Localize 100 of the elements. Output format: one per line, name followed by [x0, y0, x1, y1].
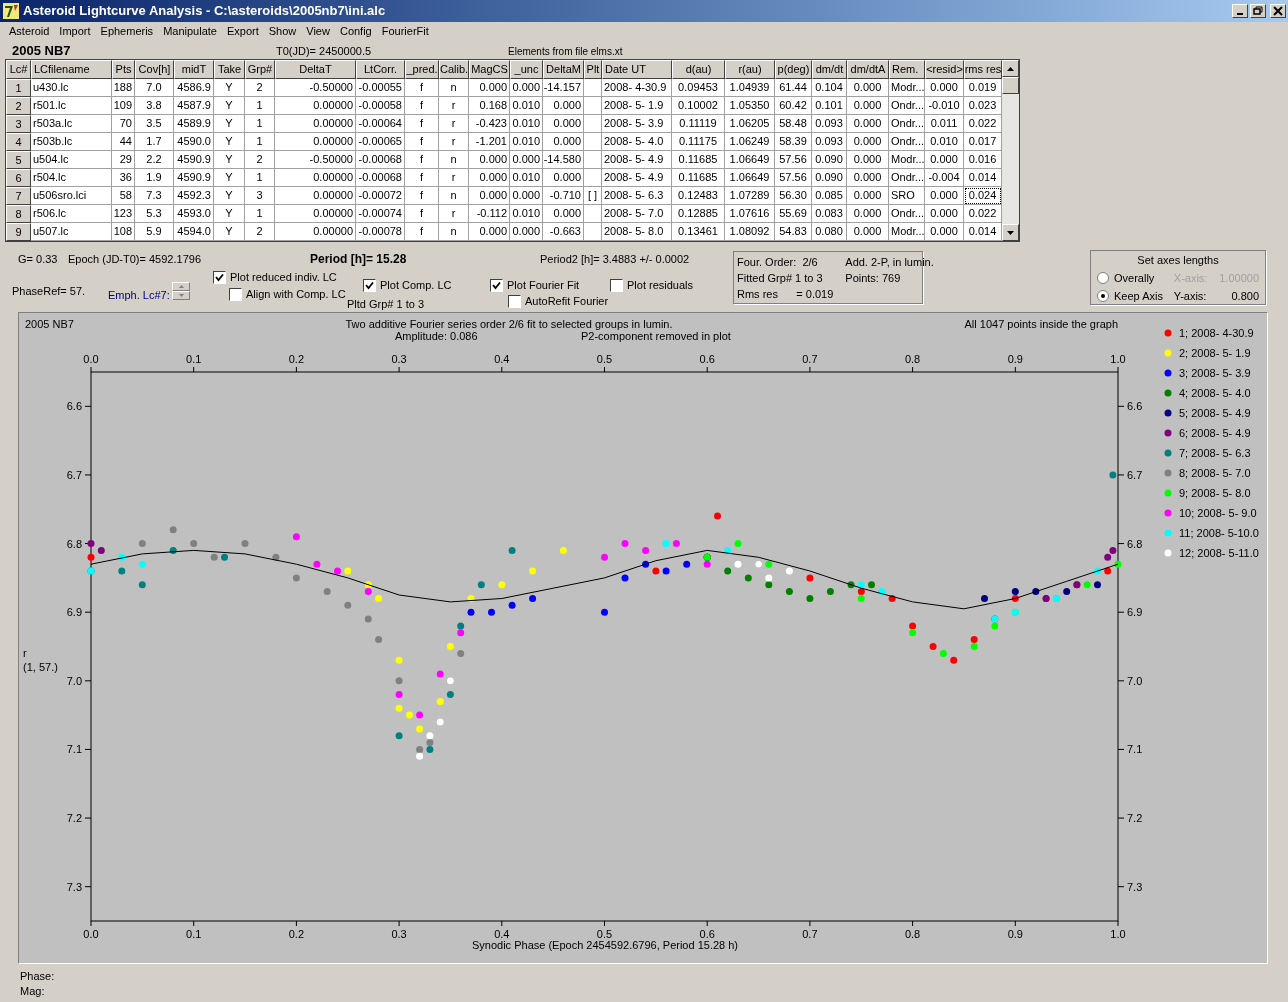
checkbox[interactable]: [490, 278, 503, 292]
checkbox[interactable]: [363, 278, 376, 292]
restore-button[interactable]: [1250, 4, 1266, 18]
row-header[interactable]: 8: [6, 205, 31, 223]
row-header[interactable]: 6: [6, 169, 31, 187]
row-header[interactable]: 7: [6, 187, 31, 205]
menu-item[interactable]: Show: [263, 23, 302, 40]
column-header[interactable]: _unc: [510, 60, 543, 79]
table-cell: 0.093: [812, 115, 847, 133]
column-header[interactable]: MagCS: [469, 60, 510, 79]
scrollbar[interactable]: [1002, 60, 1019, 241]
menu-item[interactable]: Import: [54, 23, 96, 40]
data-point: [1094, 567, 1101, 575]
checkbox-label[interactable]: Plot residuals: [627, 277, 694, 294]
table-cell: 0.00000: [275, 115, 356, 133]
column-header[interactable]: <resid>: [925, 60, 964, 79]
table-cell: 70: [112, 115, 135, 133]
menu-item[interactable]: Asteroid: [4, 23, 55, 40]
checkbox[interactable]: [213, 270, 226, 284]
radio-button[interactable]: [1097, 290, 1109, 303]
chart-note: P2-component removed in plot: [581, 330, 731, 342]
menu-item[interactable]: FourierFit: [376, 23, 434, 40]
y-tick-label: 7.1: [66, 743, 82, 756]
up-arrow-icon[interactable]: [178, 285, 184, 288]
x-tick-label: 0.7: [802, 353, 818, 365]
data-point: [364, 615, 372, 623]
table-cell: -0.00058: [356, 97, 405, 115]
table-cell: n: [439, 187, 469, 205]
legend-label: 6; 2008- 5- 4.9: [1179, 427, 1251, 439]
column-header[interactable]: d(au): [672, 60, 725, 79]
checkbox[interactable]: [610, 278, 623, 292]
column-header[interactable]: Pts: [112, 60, 135, 79]
spin-control[interactable]: [172, 282, 190, 300]
checkbox-label[interactable]: Align with Comp. LC: [246, 286, 346, 303]
scroll-up-button[interactable]: [1002, 60, 1019, 77]
column-header[interactable]: Calib.: [439, 60, 469, 79]
checkbox-label[interactable]: Plot reduced indiv. LC: [230, 269, 337, 286]
column-header[interactable]: r(au): [725, 60, 775, 79]
data-point: [601, 608, 608, 616]
checkbox[interactable]: [229, 287, 242, 301]
table-cell: f: [405, 151, 439, 169]
menu-item[interactable]: Ephemeris: [95, 23, 159, 40]
radio-label[interactable]: Overally: [1114, 269, 1155, 286]
data-point: [344, 567, 352, 575]
minimize-button[interactable]: [1232, 4, 1248, 18]
row-header[interactable]: 3: [6, 115, 31, 133]
axis-label: Y-axis:: [1173, 289, 1208, 304]
menu-item[interactable]: View: [301, 23, 335, 40]
row-header[interactable]: 5: [6, 151, 31, 169]
column-header[interactable]: rms res: [964, 60, 1002, 79]
menu-item[interactable]: Manipulate: [158, 23, 222, 40]
menu-item[interactable]: Export: [221, 23, 264, 40]
radio-label[interactable]: Keep Axis: [1114, 288, 1163, 305]
column-header[interactable]: Grp#: [245, 60, 275, 79]
column-header[interactable]: p(deg): [775, 60, 812, 79]
table-cell: 2008- 4-30.9: [602, 79, 672, 97]
column-header[interactable]: LCfilename: [31, 60, 112, 79]
column-header[interactable]: dm/dt: [812, 60, 847, 79]
menu-item[interactable]: Config: [334, 23, 377, 40]
table-cell: 0.000: [469, 223, 510, 241]
minimize-icon: [1237, 13, 1243, 15]
column-header[interactable]: Cov[h]: [135, 60, 174, 79]
scroll-thumb[interactable]: [1002, 77, 1019, 94]
down-arrow-icon[interactable]: [178, 294, 184, 297]
row-header[interactable]: 1: [6, 79, 31, 97]
table-cell: 0.024: [964, 187, 1002, 205]
table-cell: 1.06205: [725, 115, 775, 133]
column-header[interactable]: midT: [174, 60, 214, 79]
checkbox[interactable]: [508, 294, 521, 308]
checkbox-label[interactable]: Plot Fourier Fit: [507, 277, 580, 294]
checkbox-label[interactable]: Plot Comp. LC: [380, 277, 452, 294]
y-axis-label: r: [23, 647, 27, 659]
column-header[interactable]: Lc#: [6, 60, 31, 79]
column-header[interactable]: Take: [214, 60, 245, 79]
checkbox-label[interactable]: AutoRefit Fourier: [525, 293, 609, 310]
column-header[interactable]: DeltaM: [543, 60, 584, 79]
x-tick-label: 0.8: [904, 353, 921, 365]
column-header[interactable]: Plt: [584, 60, 602, 79]
row-header[interactable]: 9: [6, 223, 31, 241]
scroll-down-button[interactable]: [1002, 224, 1019, 241]
row-header[interactable]: 2: [6, 97, 31, 115]
legend-label: 12; 2008- 5-11.0: [1179, 547, 1259, 559]
table-cell: 0.014: [964, 169, 1002, 187]
column-header[interactable]: DeltaT: [275, 60, 356, 79]
column-header[interactable]: Rem.: [889, 60, 925, 79]
radio-button[interactable]: [1097, 271, 1109, 284]
epoch-label: T0(JD)= 2450000.5: [276, 44, 372, 59]
table-cell: 0.000: [847, 169, 889, 187]
data-point: [169, 526, 177, 534]
column-header[interactable]: _pred.: [405, 60, 439, 79]
table-cell: -0.00055: [356, 79, 405, 97]
column-header[interactable]: LtCorr.: [356, 60, 405, 79]
x-tick-label: 0.5: [596, 353, 613, 365]
table-cell: 0.000: [469, 79, 510, 97]
table-cell: 0.010: [510, 169, 543, 187]
tick-mark: [1117, 366, 1119, 373]
close-button[interactable]: [1270, 4, 1286, 18]
row-header[interactable]: 4: [6, 133, 31, 151]
column-header[interactable]: Date UT: [602, 60, 672, 79]
column-header[interactable]: dm/dtA: [847, 60, 889, 79]
